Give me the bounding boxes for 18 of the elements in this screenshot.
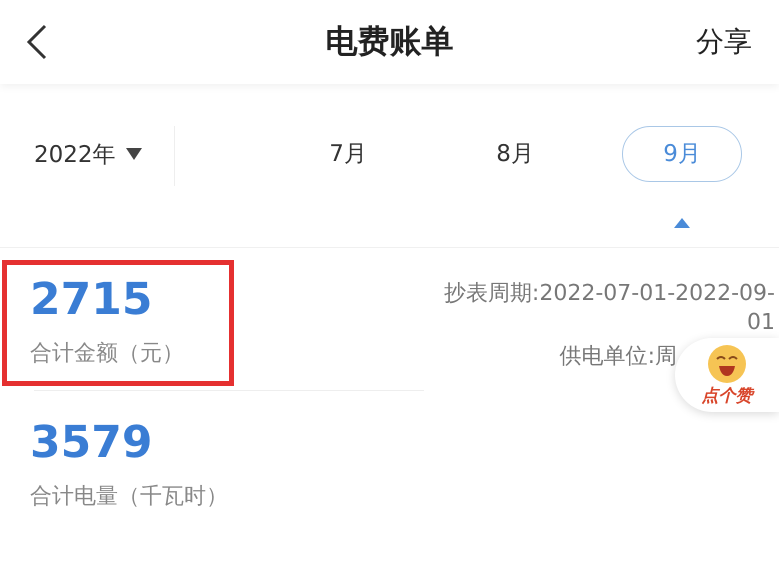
stat-value: 3579 [30,416,154,470]
page-title: 电费账单 [326,21,454,62]
period-text: 抄表周期:2022-07-01-2022-09- [444,280,775,308]
period-text-end: 01 [747,310,775,335]
stat-label: 合计金额（元） [30,340,184,368]
like-badge[interactable]: 点个赞 [675,338,779,412]
supplier-text: 供电单位:周 [560,343,677,371]
share-link[interactable]: 分享 [696,23,752,61]
year-picker[interactable]: 2022年 [34,126,142,182]
indicator-icon [674,218,690,228]
month-tab[interactable]: 9月 [622,126,742,182]
back-icon[interactable] [26,24,48,60]
stat-value: 2715 [30,273,154,327]
dropdown-icon [126,148,142,160]
smiley-icon [707,344,747,384]
month-tab[interactable]: 7月 [288,126,408,182]
month-tab[interactable]: 8月 [455,126,575,182]
stat-label: 合计电量（千瓦时） [30,483,228,511]
